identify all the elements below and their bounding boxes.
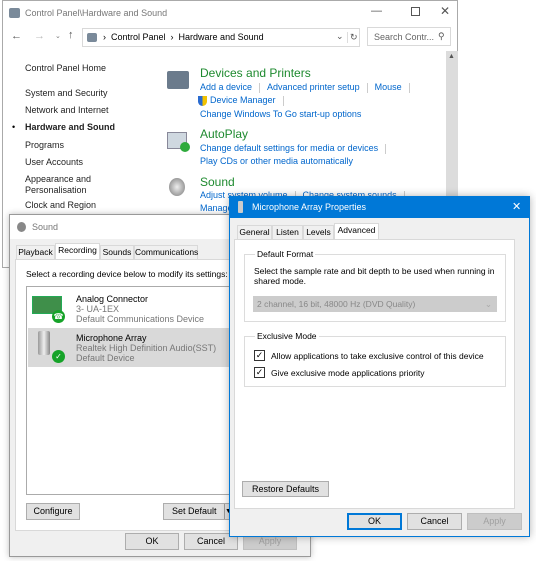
search-input[interactable]: Search Contr... ⚲ <box>367 27 451 46</box>
allow-exclusive-label[interactable]: Allow applications to take exclusive con… <box>271 351 484 361</box>
set-default-label: Set Default <box>172 506 217 516</box>
tab-advanced[interactable]: Advanced <box>334 223 379 239</box>
properties-ok-button[interactable]: OK <box>347 513 402 530</box>
allow-exclusive-checkbox[interactable]: ✓ <box>254 350 265 361</box>
nav-network-and-internet[interactable]: Network and Internet <box>25 105 109 115</box>
shield-icon <box>198 95 207 106</box>
sound-title: Sound <box>32 222 59 232</box>
properties-cancel-button[interactable]: Cancel <box>407 513 462 530</box>
breadcrumb-control-panel[interactable]: Control Panel <box>111 32 166 42</box>
close-button[interactable]: ✕ <box>440 4 450 18</box>
breadcrumb: › Control Panel › Hardware and Sound <box>103 32 264 42</box>
tab-communications[interactable]: Communications <box>134 245 198 259</box>
format-dropdown[interactable]: 2 channel, 16 bit, 48000 Hz (DVD Quality… <box>253 296 497 312</box>
sound-ok-button[interactable]: OK <box>125 533 179 550</box>
control-panel-icon <box>9 8 20 18</box>
tab-recording[interactable]: Recording <box>55 243 100 259</box>
maximize-button[interactable] <box>411 7 420 16</box>
speaker-icon <box>17 222 26 232</box>
nav-hardware-and-sound[interactable]: Hardware and Sound <box>25 122 115 132</box>
device-line2: Realtek High Definition Audio(SST) <box>76 343 217 353</box>
change-default-media-link[interactable]: Change default settings for media or dev… <box>200 143 378 153</box>
devices-printers-heading[interactable]: Devices and Printers <box>200 66 311 80</box>
device-status: Default Device <box>76 353 135 363</box>
address-dropdown-icon[interactable]: ⌄ <box>336 31 344 42</box>
current-bullet: • <box>12 122 16 132</box>
properties-apply-button[interactable]: Apply <box>467 513 522 530</box>
address-icon <box>87 33 97 42</box>
set-default-button[interactable]: Set Default▼ <box>163 503 235 520</box>
phone-icon: ☎ <box>52 310 65 323</box>
device-name: Microphone Array <box>76 333 147 343</box>
advanced-printer-setup-link[interactable]: Advanced printer setup <box>267 82 360 92</box>
sound-heading[interactable]: Sound <box>200 175 235 189</box>
breadcrumb-hardware-and-sound[interactable]: Hardware and Sound <box>179 32 264 42</box>
up-icon[interactable]: ↑ <box>68 29 74 41</box>
properties-titlebar: Microphone Array Properties ✕ <box>230 197 529 218</box>
default-format-group: Default Format Select the sample rate an… <box>244 249 506 322</box>
microphone-properties-dialog: Microphone Array Properties ✕ General Li… <box>229 196 530 537</box>
minimize-button[interactable]: — <box>371 5 382 17</box>
play-cds-link[interactable]: Play CDs or other media automatically <box>200 156 353 166</box>
address-bar[interactable]: › Control Panel › Hardware and Sound ⌄ ↻ <box>82 28 360 47</box>
devices-printers-icon <box>167 71 189 89</box>
nav-personalisation[interactable]: Personalisation <box>25 185 87 195</box>
format-selected: 2 channel, 16 bit, 48000 Hz (DVD Quality… <box>257 299 416 309</box>
device-manager-link[interactable]: Device Manager <box>210 95 276 105</box>
window-title: Control Panel\Hardware and Sound <box>25 8 168 18</box>
search-placeholder: Search Contr... <box>374 32 435 42</box>
configure-button[interactable]: Configure <box>26 503 80 520</box>
refresh-icon[interactable]: ↻ <box>347 32 358 43</box>
autoplay-heading[interactable]: AutoPlay <box>200 127 248 141</box>
properties-title: Microphone Array Properties <box>252 202 367 212</box>
search-icon: ⚲ <box>438 31 445 41</box>
recent-chevron-icon[interactable]: ⌄ <box>55 32 61 40</box>
exclusive-priority-checkbox[interactable]: ✓ <box>254 367 265 378</box>
nav-appearance[interactable]: Appearance and <box>25 174 91 184</box>
nav-control-panel-home[interactable]: Control Panel Home <box>25 63 106 73</box>
default-format-description: Select the sample rate and bit depth to … <box>254 266 495 286</box>
tab-general[interactable]: General <box>237 225 272 239</box>
sound-icon <box>169 178 185 196</box>
chevron-down-icon: ⌄ <box>484 299 492 309</box>
advanced-panel: Default Format Select the sample rate an… <box>234 239 515 509</box>
autoplay-icon <box>167 132 190 152</box>
microphone-icon <box>38 331 50 355</box>
windows-to-go-link[interactable]: Change Windows To Go start-up options <box>200 109 361 119</box>
device-name: Analog Connector <box>76 294 149 304</box>
microphone-icon <box>238 201 243 213</box>
mouse-link[interactable]: Mouse <box>375 82 402 92</box>
back-icon[interactable]: ← <box>11 30 22 42</box>
tab-levels[interactable]: Levels <box>303 225 334 239</box>
exclusive-mode-group: Exclusive Mode ✓ Allow applications to t… <box>244 331 506 387</box>
restore-defaults-button[interactable]: Restore Defaults <box>242 481 329 497</box>
tab-listen[interactable]: Listen <box>272 225 303 239</box>
exclusive-mode-label: Exclusive Mode <box>255 331 319 341</box>
close-button[interactable]: ✕ <box>512 200 521 213</box>
nav-user-accounts[interactable]: User Accounts <box>25 157 83 167</box>
device-line2: 3- UA-1EX <box>76 304 120 314</box>
nav-clock-and-region[interactable]: Clock and Region <box>25 200 96 210</box>
nav-system-and-security[interactable]: System and Security <box>25 88 108 98</box>
tab-playback[interactable]: Playback <box>16 245 55 259</box>
check-icon: ✓ <box>52 350 65 363</box>
default-format-label: Default Format <box>255 249 316 259</box>
device-status: Default Communications Device <box>76 314 205 324</box>
forward-icon[interactable]: → <box>34 30 45 42</box>
tab-sounds[interactable]: Sounds <box>100 245 134 259</box>
recording-instruction: Select a recording device below to modif… <box>26 269 228 279</box>
exclusive-priority-label[interactable]: Give exclusive mode applications priorit… <box>271 368 425 378</box>
add-device-link[interactable]: Add a device <box>200 82 252 92</box>
nav-programs[interactable]: Programs <box>25 140 64 150</box>
